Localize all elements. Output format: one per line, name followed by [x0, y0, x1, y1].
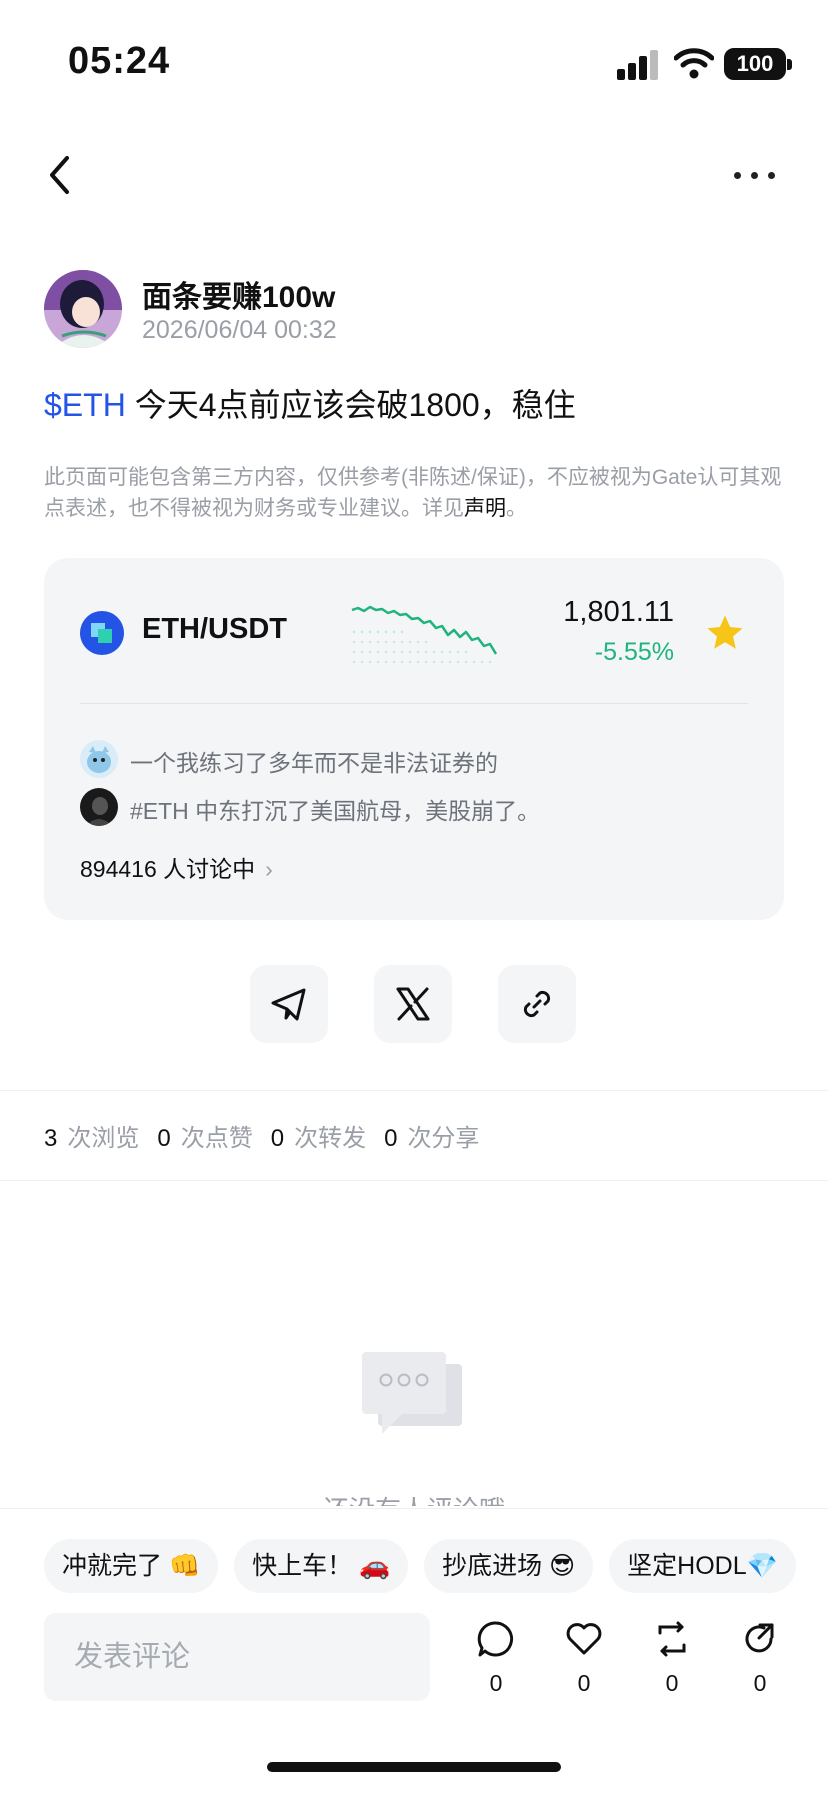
share-count: 0: [753, 1670, 767, 1696]
comment-icon: [477, 1621, 514, 1657]
telegram-icon: [271, 988, 306, 1021]
discussion-text: #ETH 中东打沉了美国航母，美股崩了。: [130, 798, 541, 824]
likes-count: 0: [157, 1125, 171, 1152]
shares-label: 次分享: [407, 1125, 480, 1152]
trading-pair: ETH/USDT: [142, 613, 287, 645]
post-stats: 3 次浏览 0 次点赞 0 次转发 0 次分享: [44, 1118, 497, 1153]
post-content: $ETH 今天4点前应该会破1800，稳住: [44, 380, 576, 426]
author-header: 面条要赚100w 2026/06/04 00:32: [44, 270, 784, 350]
top-nav: [0, 140, 828, 210]
quick-replies: 冲就完了 👊 快上车！ 🚗 抄底进场 😎 坚定HODL💎: [44, 1539, 828, 1595]
like-count: 0: [577, 1670, 591, 1696]
battery-icon: 100: [724, 48, 792, 80]
link-icon: [523, 990, 551, 1018]
heart-icon: [566, 1623, 602, 1655]
discussion-text: 一个我练习了多年而不是非法证券的: [130, 750, 498, 776]
copy-link-button[interactable]: [498, 965, 576, 1043]
empty-comments-icon: [362, 1352, 462, 1434]
views-count: 3: [44, 1125, 58, 1152]
share-x-button[interactable]: [374, 965, 452, 1043]
coin-logo-icon: [80, 611, 124, 655]
share-button[interactable]: 0: [730, 1619, 790, 1709]
card-divider: [80, 703, 748, 704]
share-icon: [745, 1623, 774, 1653]
discussion-item[interactable]: #ETH 中东打沉了美国航母，美股崩了。: [80, 786, 748, 828]
comment-input[interactable]: [44, 1613, 430, 1701]
star-icon[interactable]: [704, 612, 746, 654]
status-time: 05:24: [68, 40, 171, 82]
last-price: 1,801.11: [563, 596, 674, 628]
disclaimer-text: 此页面可能包含第三方内容，仅供参考(非陈述/保证)，不应被视为Gate认可其观点…: [44, 466, 782, 520]
like-button[interactable]: 0: [554, 1619, 614, 1709]
views-label: 次浏览: [67, 1125, 140, 1152]
comment-button[interactable]: 0: [466, 1619, 526, 1709]
quick-reply-chip[interactable]: 快上车！ 🚗: [234, 1539, 409, 1593]
avatar: [80, 788, 118, 826]
divider: [0, 1090, 828, 1091]
quick-reply-chip[interactable]: 冲就完了 👊: [44, 1539, 219, 1593]
comment-count: 0: [489, 1670, 503, 1696]
likes-label: 次点赞: [180, 1125, 253, 1152]
back-arrow-icon[interactable]: [40, 150, 80, 200]
repost-icon: [658, 1621, 686, 1657]
status-bar: 05:24 100: [0, 0, 828, 120]
share-telegram-button[interactable]: [250, 965, 328, 1043]
wifi-icon: [674, 48, 714, 79]
x-icon: [396, 987, 430, 1021]
empty-comments-text: 还没有人评论哦: [0, 1490, 828, 1506]
chevron-right-icon: ›: [265, 856, 273, 882]
quick-reply-chip[interactable]: 抄底进场 😎: [424, 1539, 594, 1593]
post-timestamp: 2026/06/04 00:32: [142, 316, 337, 344]
market-card[interactable]: ETH/USDT 1,801.11 -5.55% 一个我练习了多年而不是非法证券…: [44, 558, 784, 920]
author-name[interactable]: 面条要赚100w: [142, 272, 335, 316]
repost-button[interactable]: 0: [642, 1619, 702, 1709]
divider: [0, 1180, 828, 1181]
cellular-signal-icon: [617, 50, 661, 80]
reposts-label: 次转发: [294, 1125, 367, 1152]
home-indicator[interactable]: [267, 1762, 561, 1772]
price-change: -5.55%: [594, 638, 674, 666]
disclaimer-link[interactable]: 声明: [464, 497, 506, 520]
disclaimer: 此页面可能包含第三方内容，仅供参考(非陈述/保证)，不应被视为Gate认可其观点…: [44, 462, 784, 524]
disclaimer-end: 。: [506, 497, 527, 520]
quick-reply-chip[interactable]: 坚定HODL💎: [609, 1539, 796, 1593]
hashtag-link[interactable]: $ETH: [44, 387, 126, 423]
post-text: 今天4点前应该会破1800，稳住: [125, 387, 576, 423]
repost-count: 0: [665, 1670, 679, 1696]
shares-count: 0: [384, 1125, 398, 1152]
price-sparkline: [351, 605, 498, 664]
discussion-item[interactable]: 一个我练习了多年而不是非法证券的: [80, 738, 748, 780]
avatar: [80, 740, 118, 778]
avatar[interactable]: [44, 270, 122, 348]
discussion-count: 894416 人讨论中: [80, 856, 256, 882]
comment-panel: 冲就完了 👊 快上车！ 🚗 抄底进场 😎 坚定HODL💎 0 0 0 0: [0, 1508, 828, 1793]
share-row: [250, 965, 580, 1043]
more-options-icon[interactable]: [730, 160, 780, 190]
discussion-count-link[interactable]: 894416 人讨论中 ›: [80, 850, 273, 884]
reposts-count: 0: [270, 1125, 285, 1152]
